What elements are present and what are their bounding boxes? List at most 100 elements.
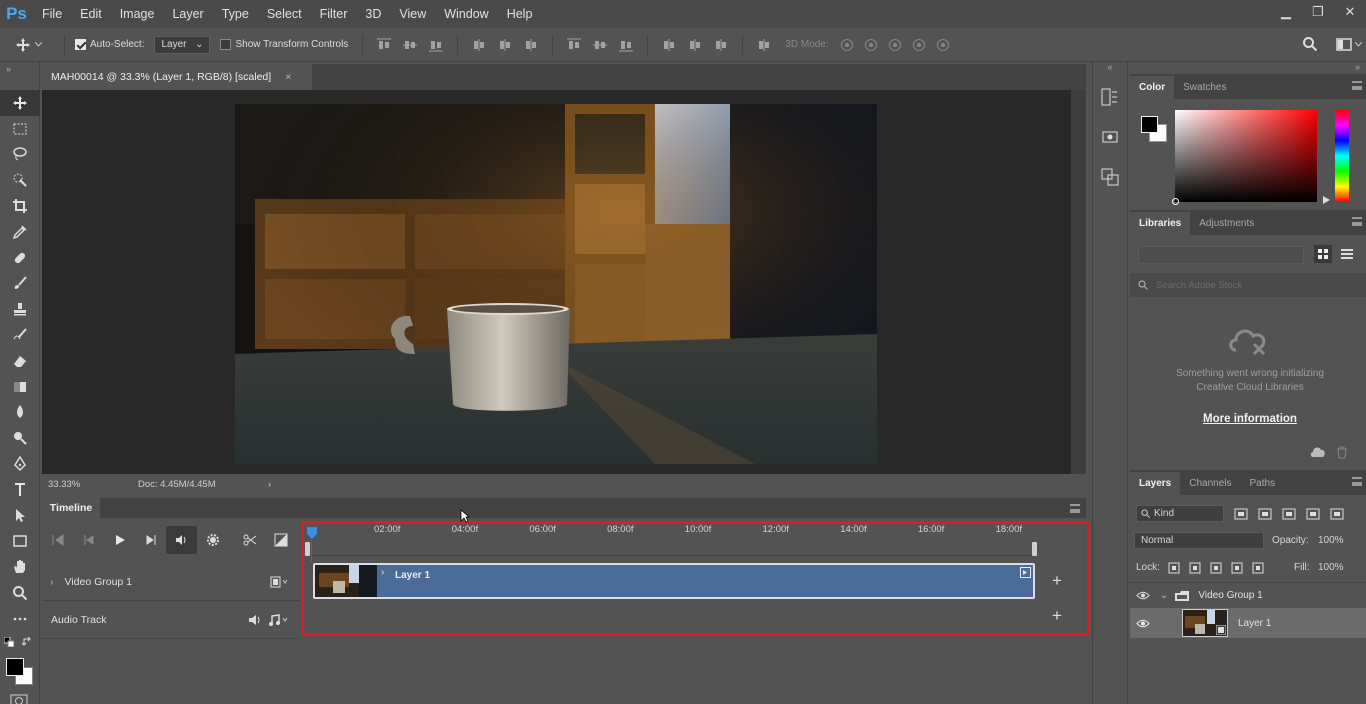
menu-filter[interactable]: Filter xyxy=(311,0,357,28)
color-swatches[interactable] xyxy=(5,657,35,687)
menu-select[interactable]: Select xyxy=(258,0,311,28)
lock-artboard-icon[interactable] xyxy=(1231,562,1243,574)
menu-window[interactable]: Window xyxy=(435,0,497,28)
list-view-icon[interactable] xyxy=(1340,245,1354,263)
color-picker-cursor[interactable] xyxy=(1172,198,1179,205)
panel-menu-icon[interactable] xyxy=(1352,81,1362,90)
lock-image-icon[interactable] xyxy=(1189,562,1201,574)
status-menu-icon[interactable]: › xyxy=(268,479,271,490)
previous-frame-button[interactable] xyxy=(73,526,104,554)
color-field[interactable] xyxy=(1172,110,1317,205)
crop-tool[interactable] xyxy=(0,193,40,219)
marquee-tool[interactable] xyxy=(0,116,40,142)
auto-select-target[interactable]: Layer ⌄ xyxy=(154,35,211,54)
filter-type-icon[interactable] xyxy=(1282,508,1296,520)
library-dropdown[interactable] xyxy=(1138,246,1304,264)
more-tools-tool[interactable] xyxy=(0,606,40,632)
stock-search[interactable]: Search Adobe Stock xyxy=(1130,273,1366,297)
layer-filter-kind[interactable]: Kind xyxy=(1136,505,1224,522)
swap-colors-icon[interactable] xyxy=(22,637,32,647)
go-to-first-frame-button[interactable] xyxy=(42,526,73,554)
panel-menu-icon[interactable] xyxy=(1352,217,1362,226)
auto-select-checkbox[interactable] xyxy=(75,39,86,50)
close-tab-icon[interactable]: × xyxy=(285,71,291,83)
zoom-tool[interactable] xyxy=(0,580,40,606)
slider-handle-icon[interactable] xyxy=(1323,196,1331,204)
pen-tool[interactable] xyxy=(0,451,40,477)
align-left-icon[interactable] xyxy=(471,38,487,52)
rectangle-tool[interactable] xyxy=(0,529,40,555)
auto-align-icon[interactable] xyxy=(756,38,772,52)
expand-dock-icon[interactable]: « xyxy=(1093,62,1127,76)
menu-edit[interactable]: Edit xyxy=(71,0,111,28)
tab-libraries[interactable]: Libraries xyxy=(1130,212,1191,235)
tab-paths[interactable]: Paths xyxy=(1241,472,1285,495)
panel-fg-swatch[interactable] xyxy=(1141,116,1158,133)
mute-audio-button[interactable] xyxy=(166,526,197,554)
minimize-button[interactable]: ▁ xyxy=(1270,0,1302,24)
healing-brush-tool[interactable] xyxy=(0,245,40,271)
foreground-color-swatch[interactable] xyxy=(6,658,24,676)
3d-pan-icon[interactable] xyxy=(886,38,904,52)
collapse-toolbar-icon[interactable]: » xyxy=(0,62,39,90)
tab-color[interactable]: Color xyxy=(1130,76,1175,99)
hand-tool[interactable] xyxy=(0,554,40,580)
3d-camera-icon[interactable] xyxy=(934,38,952,52)
panel-menu-icon[interactable] xyxy=(1352,477,1362,486)
distribute-top-icon[interactable] xyxy=(566,38,582,52)
color-panel-swatches[interactable] xyxy=(1139,114,1169,144)
distribute-vcenter-icon[interactable] xyxy=(592,38,608,52)
3d-roll-icon[interactable] xyxy=(862,38,880,52)
document-canvas[interactable] xyxy=(42,90,1086,474)
more-information-link[interactable]: More information xyxy=(1130,413,1366,425)
visibility-eye-icon[interactable] xyxy=(1130,619,1156,628)
menu-view[interactable]: View xyxy=(390,0,435,28)
filter-smart-object-icon[interactable] xyxy=(1330,508,1344,520)
lasso-tool[interactable] xyxy=(0,142,40,168)
dodge-tool[interactable] xyxy=(0,425,40,451)
history-icon[interactable] xyxy=(1101,88,1119,106)
align-right-icon[interactable] xyxy=(523,38,539,52)
menu-3d[interactable]: 3D xyxy=(356,0,390,28)
type-tool[interactable] xyxy=(0,477,40,503)
filter-shape-icon[interactable] xyxy=(1306,508,1320,520)
video-track-header[interactable]: › Video Group 1 xyxy=(42,563,300,601)
lock-all-icon[interactable] xyxy=(1252,562,1264,574)
adjustment-icon[interactable] xyxy=(1101,168,1119,186)
menu-layer[interactable]: Layer xyxy=(163,0,212,28)
expand-track-icon[interactable]: › xyxy=(50,576,54,588)
cloud-sync-icon[interactable] xyxy=(1310,446,1326,459)
close-button[interactable]: ✕ xyxy=(1334,0,1366,24)
audio-track-header[interactable]: Audio Track xyxy=(42,601,300,639)
menu-file[interactable]: File xyxy=(33,0,71,28)
gradient-tool[interactable] xyxy=(0,374,40,400)
restore-button[interactable]: ❐ xyxy=(1302,0,1334,24)
tab-adjustments[interactable]: Adjustments xyxy=(1190,212,1263,235)
film-icon[interactable] xyxy=(270,576,290,588)
split-clip-button[interactable] xyxy=(234,526,265,554)
quick-select-tool[interactable] xyxy=(0,167,40,193)
fill-value[interactable]: 100% xyxy=(1318,562,1344,573)
visibility-eye-icon[interactable] xyxy=(1130,591,1156,600)
lock-pixels-icon[interactable] xyxy=(1168,562,1180,574)
workspace-switcher[interactable] xyxy=(1336,37,1362,51)
brush-tool[interactable] xyxy=(0,271,40,297)
transition-button[interactable] xyxy=(265,526,296,554)
menu-type[interactable]: Type xyxy=(213,0,258,28)
play-button[interactable] xyxy=(104,526,135,554)
align-top-icon[interactable] xyxy=(376,38,392,52)
layer-row-layer-1[interactable]: Layer 1 xyxy=(1130,608,1366,638)
distribute-left-icon[interactable] xyxy=(661,38,677,52)
filter-adjustment-icon[interactable] xyxy=(1258,508,1272,520)
3d-slide-icon[interactable] xyxy=(910,38,928,52)
history-brush-tool[interactable] xyxy=(0,322,40,348)
tab-layers[interactable]: Layers xyxy=(1130,472,1181,495)
music-note-icon[interactable] xyxy=(268,613,290,626)
eyedropper-tool[interactable] xyxy=(0,219,40,245)
move-tool-preset[interactable] xyxy=(0,37,56,53)
blur-tool[interactable] xyxy=(0,400,40,426)
align-bottom-icon[interactable] xyxy=(428,38,444,52)
grid-view-icon[interactable] xyxy=(1314,245,1332,263)
quick-mask-icon[interactable] xyxy=(10,694,28,704)
tab-swatches[interactable]: Swatches xyxy=(1174,76,1235,99)
